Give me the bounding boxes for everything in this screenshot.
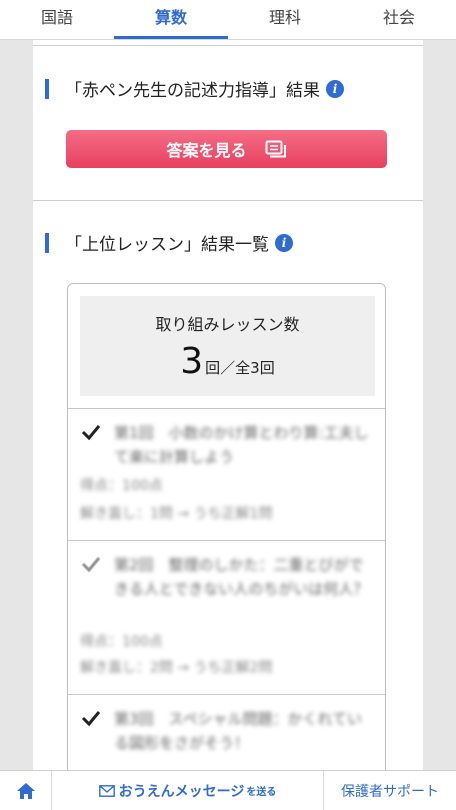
tab-social-studies[interactable]: 社会 [342, 0, 456, 39]
envelope-icon [98, 784, 115, 797]
lesson-retry: 解き直し：1問 → うち正解1問 [80, 506, 273, 522]
lesson-item[interactable]: 第2回 整理のしかた：二重とびができる人とできない人のちがいは何人？ 得点：10… [68, 540, 385, 694]
lessons-heading-text: 「上位レッスン」結果一覧 [65, 235, 269, 255]
heading-accent-bar [45, 232, 49, 253]
lessons-card: 取り組みレッスン数 3 回／全3回 第1回 小数のかけ算とわり算:工夫して楽に計… [67, 283, 386, 770]
lesson-count-label: 取り組みレッスン数 [155, 315, 300, 334]
lesson-count-box: 取り組みレッスン数 3 回／全3回 [80, 296, 375, 396]
right-gutter [423, 40, 456, 770]
divider [33, 200, 423, 201]
document-icon [265, 140, 287, 158]
bottom-nav: おうえんメッセージ を送る 保護者サポート [0, 770, 456, 810]
message-suffix: を送る [246, 787, 277, 798]
lesson-score: 得点：100点 [80, 634, 163, 650]
tab-science[interactable]: 理科 [228, 0, 342, 39]
lesson-score: 得点：100点 [80, 478, 163, 494]
home-button[interactable] [0, 770, 52, 810]
lessons-heading: 「上位レッスン」結果一覧 i [45, 230, 293, 255]
lesson-count-total: 回／全3回 [205, 359, 275, 377]
lesson-count-value: 3 [180, 341, 204, 382]
divider [33, 45, 423, 46]
tab-math[interactable]: 算数 [114, 0, 228, 39]
info-icon[interactable]: i [275, 233, 293, 252]
lesson-retry: 解き直し：2問 → うち正解2問 [80, 660, 273, 676]
subject-tabs: 国語 算数 理科 社会 [0, 0, 456, 40]
check-icon [81, 425, 101, 441]
lesson-item[interactable]: 第3回 スペシャル問題：かくれている図形をさがそう！ [68, 694, 385, 770]
view-answer-button[interactable]: 答案を見る [66, 130, 387, 168]
lesson-title: 第2回 整理のしかた：二重とびができる人とできない人のちがいは何人？ [114, 556, 369, 598]
check-icon [81, 557, 101, 573]
akapen-heading: 「赤ペン先生の記述力指導」結果 i [45, 76, 344, 101]
tab-japanese[interactable]: 国語 [0, 0, 114, 39]
check-icon [81, 711, 101, 727]
main-content: 「赤ペン先生の記述力指導」結果 i 答案を見る 「上位レッスン」結果一覧 i 取… [33, 40, 423, 770]
left-gutter [0, 40, 33, 770]
lesson-item[interactable]: 第1回 小数のかけ算とわり算:工夫して楽に計算しよう 得点：100点 解き直し：… [68, 408, 385, 540]
heading-accent-bar [45, 78, 49, 99]
home-icon [16, 782, 35, 799]
info-icon[interactable]: i [326, 79, 344, 98]
send-message-button[interactable]: おうえんメッセージ を送る [52, 770, 324, 810]
parent-support-link[interactable]: 保護者サポート [324, 781, 456, 801]
akapen-heading-text: 「赤ペン先生の記述力指導」結果 [65, 81, 320, 101]
message-label: おうえんメッセージ [118, 783, 245, 800]
lesson-title: 第3回 スペシャル問題：かくれている図形をさがそう！ [114, 710, 363, 752]
lesson-title: 第1回 小数のかけ算とわり算:工夫して楽に計算しよう [114, 424, 369, 466]
view-answer-label: 答案を見る [166, 141, 247, 160]
